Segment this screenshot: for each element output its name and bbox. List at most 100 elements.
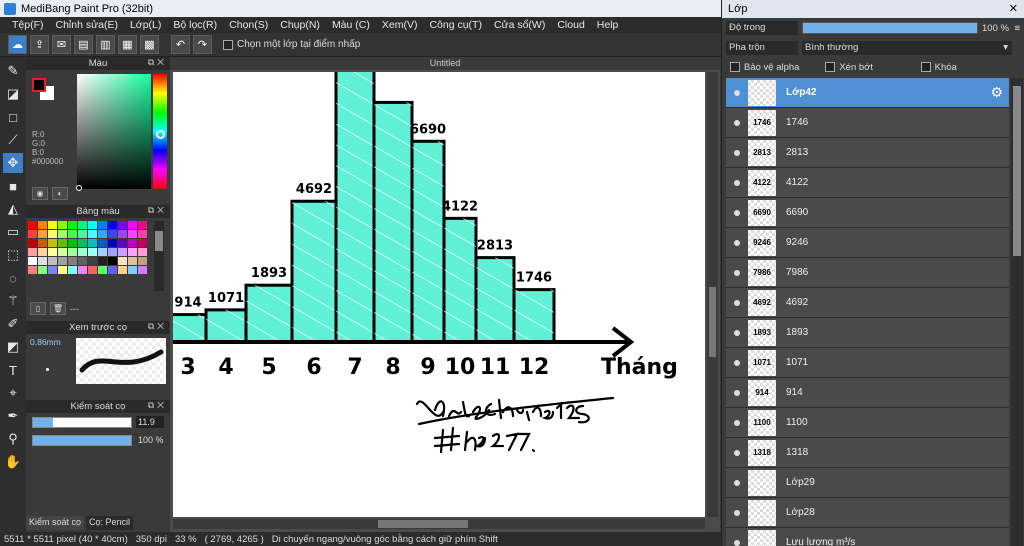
grid-icon[interactable]: ▩ [140,35,159,54]
palette-swatch[interactable] [118,266,127,274]
undo-icon[interactable]: ↶ [171,35,190,54]
eyedropper-tool-icon[interactable]: ⚲ [3,429,23,449]
palette-swatch[interactable] [68,230,77,238]
menu-tools[interactable]: Công cụ(T) [423,19,488,31]
clipping-checkbox[interactable]: Xén bớt [825,62,920,73]
visibility-icon[interactable] [726,389,748,396]
layer-row[interactable]: Lưu lượng m³/s [726,528,1009,546]
palette-swatch[interactable] [28,230,37,238]
layer-list-scrollbar[interactable] [1011,78,1023,546]
visibility-icon[interactable] [726,539,748,546]
drawing-canvas[interactable]: 914 1071 1893 4692 6690 4122 2813 1746 34567891… [173,72,705,517]
layer-row[interactable]: 4122 4122 [726,168,1009,198]
magic-wand-tool-icon[interactable]: ⚚ [3,291,23,311]
palette-swatch[interactable] [28,248,37,256]
add-palette-icon[interactable]: ▯ [30,302,46,315]
layer-row[interactable]: 1893 1893 [726,318,1009,348]
palette-swatch[interactable] [138,239,147,247]
palette-swatch[interactable] [58,266,67,274]
layer-row[interactable]: 2813 2813 [726,138,1009,168]
visibility-icon[interactable] [726,209,748,216]
layer-row[interactable]: 6690 6690 [726,198,1009,228]
visibility-icon[interactable] [726,329,748,336]
panel-controls-icon[interactable]: ⧉✕ [148,205,167,216]
page-icon[interactable]: ▥ [96,35,115,54]
palette-swatch[interactable] [128,239,137,247]
menu-snap[interactable]: Chụp(N) [274,19,326,31]
lock-checkbox[interactable]: Khóa [920,62,1016,73]
visibility-icon[interactable] [726,179,748,186]
menu-file[interactable]: Tệp(F) [6,19,50,31]
delete-palette-icon[interactable]: 🗑 [50,302,66,315]
select-rect-tool-icon[interactable]: ⬚ [3,245,23,265]
dot-tool-icon[interactable]: ⟋ [3,130,23,150]
palette-swatch[interactable] [88,266,97,274]
palette-swatch[interactable] [98,230,107,238]
palette-swatch[interactable] [88,248,97,256]
palette-swatch[interactable] [78,257,87,265]
layer-row[interactable]: 9246 9246 [726,228,1009,258]
palette-swatch[interactable] [88,239,97,247]
text-tool-icon[interactable]: T [3,360,23,380]
palette-swatch[interactable] [108,257,117,265]
layer-row[interactable]: 1746 1746 [726,108,1009,138]
palette-swatch[interactable] [98,248,107,256]
bucket-tool-icon[interactable]: ◭ [3,199,23,219]
palette-swatch[interactable] [128,257,137,265]
visibility-icon[interactable] [726,509,748,516]
palette-swatch[interactable] [68,266,77,274]
menu-filter[interactable]: Bộ lọc(R) [167,19,223,31]
palette-swatch[interactable] [138,230,147,238]
layer-row[interactable]: 7986 7986 [726,258,1009,288]
palette-swatch[interactable] [118,230,127,238]
menu-select[interactable]: Chọn(S) [223,19,274,31]
menu-help[interactable]: Help [591,19,625,31]
visibility-icon[interactable] [726,359,748,366]
palette-swatch[interactable] [138,257,147,265]
palette-swatch[interactable] [38,266,47,274]
palette-swatch[interactable] [108,230,117,238]
palette-swatch[interactable] [108,221,117,229]
palette-swatch[interactable] [118,248,127,256]
palette-swatch[interactable] [38,248,47,256]
palette-swatch[interactable] [108,248,117,256]
protect-alpha-checkbox[interactable]: Bảo vệ alpha [730,62,825,73]
palette-swatch[interactable] [78,230,87,238]
rectangle-tool-icon[interactable]: □ [3,107,23,127]
palette-swatch[interactable] [128,221,137,229]
tab-brush-control[interactable]: Kiểm soát cọ [26,516,85,530]
palette-swatch[interactable] [118,239,127,247]
palette-swatch[interactable] [118,257,127,265]
palette-swatch[interactable] [98,239,107,247]
palette-swatch[interactable] [98,266,107,274]
eraser-tool-icon[interactable]: ◪ [3,84,23,104]
document-icon[interactable]: ▤ [74,35,93,54]
menu-edit[interactable]: Chỉnh sửa(E) [50,19,124,31]
palette-swatch[interactable] [58,221,67,229]
palette-swatch[interactable] [28,257,37,265]
layer-row[interactable]: Lớp42 ⚙ [726,78,1009,108]
brush-size-value[interactable]: 11.9 [136,416,164,428]
cloud-icon[interactable]: ☁ [8,35,27,54]
sv-picker-knob[interactable] [76,185,82,191]
redo-icon[interactable]: ↷ [193,35,212,54]
palette-swatch[interactable] [98,257,107,265]
brush-tool-icon[interactable]: ✎ [3,61,23,81]
palette-swatch[interactable] [28,266,37,274]
select-layer-on-click-checkbox[interactable]: Chọn một lớp tại điểm nhấp [223,39,360,50]
document-tab[interactable]: Untitled [170,57,720,70]
palette-swatch[interactable] [58,239,67,247]
palette-swatch[interactable] [38,230,47,238]
hue-slider-knob[interactable] [156,130,165,139]
layer-row[interactable]: Lớp29 [726,468,1009,498]
palette-swatch[interactable] [128,266,137,274]
palette-swatch[interactable] [128,230,137,238]
visibility-icon[interactable] [726,299,748,306]
gear-icon[interactable]: ⚙ [990,84,1003,101]
select-pen-tool-icon[interactable]: ✐ [3,314,23,334]
palette-swatch[interactable] [78,248,87,256]
fill-rect-tool-icon[interactable]: ■ [3,176,23,196]
share-icon[interactable]: ⇪ [30,35,49,54]
tab-brush-pencil[interactable]: Cọ: Pencil [86,516,134,530]
palette-swatch[interactable] [68,221,77,229]
